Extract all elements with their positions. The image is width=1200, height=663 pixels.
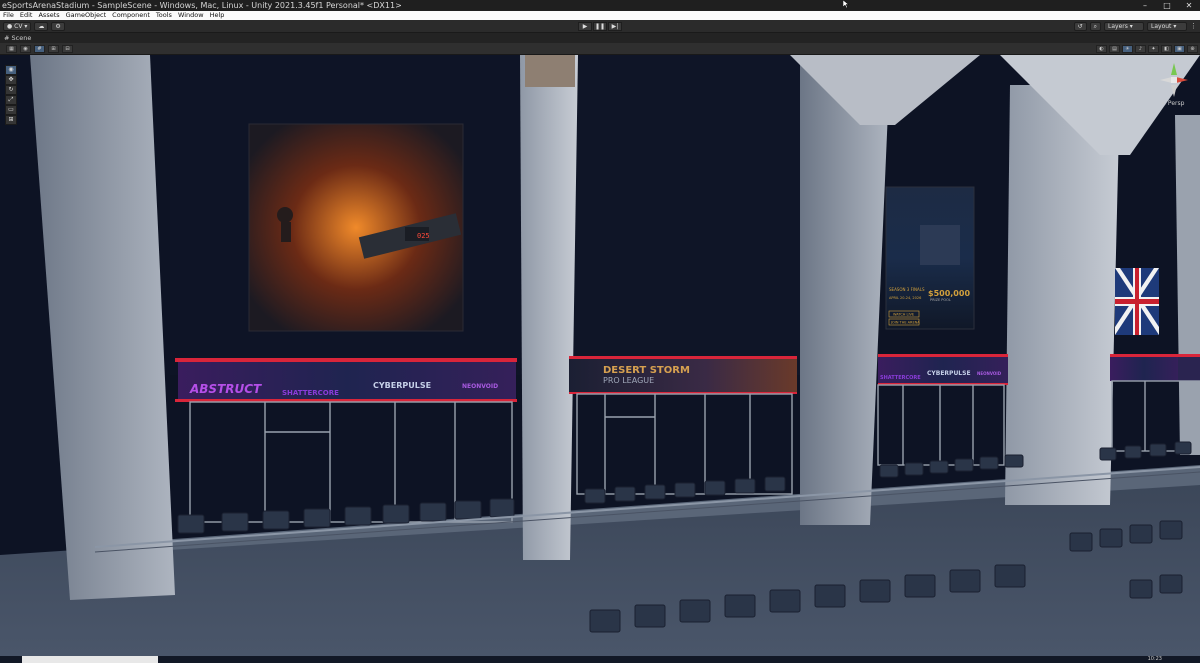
- 2d-toggle-icon[interactable]: ▤: [1109, 45, 1120, 53]
- layout-dropdown[interactable]: Layout ▾: [1147, 22, 1187, 31]
- banner-team-3: CYBERPULSE: [373, 381, 431, 390]
- menu-help[interactable]: Help: [210, 11, 225, 20]
- menu-tools[interactable]: Tools: [156, 11, 172, 20]
- scene-tab-bar: # Scene: [0, 33, 1200, 43]
- rect-tool-icon[interactable]: ▭: [5, 105, 17, 115]
- banner-right-team-2: CYBERPULSE: [927, 370, 971, 377]
- gizmos-icon[interactable]: ⊕: [1187, 45, 1198, 53]
- increment-snap-icon[interactable]: ⊟: [62, 45, 73, 53]
- poster-counter: 025: [417, 232, 430, 240]
- os-taskbar: 10:23: [0, 656, 1200, 663]
- layers-label: Layers: [1108, 23, 1128, 30]
- banner-team-4: NEONVOID: [462, 383, 498, 390]
- layout-label: Layout: [1151, 23, 1172, 30]
- history-icon: ↺: [1077, 23, 1083, 30]
- play-button[interactable]: ▶: [578, 22, 592, 31]
- account-icon: ●: [7, 23, 13, 30]
- close-button[interactable]: ✕: [1178, 0, 1200, 11]
- tab-scene[interactable]: Scene: [12, 34, 32, 42]
- scene-tab-icon: #: [4, 34, 10, 42]
- history-button[interactable]: ↺: [1073, 22, 1087, 31]
- shading-mode-icon[interactable]: ◉: [20, 45, 31, 53]
- search-button[interactable]: ⌕: [1089, 22, 1101, 31]
- collab-button[interactable]: ⚙: [51, 22, 65, 31]
- banner-league-line1: DESERT STORM: [603, 365, 690, 376]
- orientation-gizmo[interactable]: [1158, 61, 1192, 101]
- window-title-bar: eSportsArenaStadium - SampleScene - Wind…: [0, 0, 1200, 11]
- cloud-icon: ☁: [38, 23, 45, 30]
- search-icon: ⌕: [1093, 23, 1097, 30]
- taskbar-clock: 10:23: [1147, 656, 1162, 662]
- step-button[interactable]: ▶|: [608, 22, 622, 31]
- maximize-button[interactable]: □: [1156, 0, 1178, 11]
- banner-team-1: ABSTRUCT: [189, 382, 262, 396]
- rotate-tool-icon[interactable]: ↻: [5, 85, 17, 95]
- poster-prize-label: PRIZE POOL: [930, 298, 951, 302]
- draw-mode-icon[interactable]: ▦: [6, 45, 17, 53]
- layers-dropdown[interactable]: Layers ▾: [1104, 22, 1144, 31]
- mouse-cursor-icon: [843, 0, 849, 8]
- account-dropdown[interactable]: ● CV ▾: [3, 22, 32, 31]
- taskbar-search[interactable]: [22, 656, 158, 663]
- projection-label[interactable]: < Persp: [1161, 100, 1184, 107]
- orientation-icon[interactable]: ◐: [1096, 45, 1107, 53]
- poster-prize: $500,000: [928, 289, 970, 298]
- poster-date: APRIL 20-24, 2026: [889, 296, 921, 300]
- settings-icon: ⚙: [55, 23, 61, 30]
- poster-button1: WATCH LIVE: [893, 313, 914, 317]
- transform-tools: ◉ ✥ ↻ ⤢ ▭ ⊞: [5, 65, 17, 125]
- main-toolbar: ● CV ▾ ☁ ⚙ ▶ ❚❚ ▶| ↺ ⌕ Layers ▾ Layout ▾…: [0, 20, 1200, 33]
- scene-camera-icon[interactable]: ▣: [1174, 45, 1185, 53]
- poster-button2: JOIN THE ARENA: [890, 321, 920, 325]
- banner-league-line2: PRO LEAGUE: [603, 376, 654, 385]
- grid-icon[interactable]: #: [34, 45, 45, 53]
- account-label: CV: [14, 23, 23, 30]
- scale-tool-icon[interactable]: ⤢: [5, 95, 17, 105]
- transform-tool-icon[interactable]: ⊞: [5, 115, 17, 125]
- window-title: eSportsArenaStadium - SampleScene - Wind…: [2, 1, 402, 10]
- poster-headline: SEASON 3 FINALS: [889, 287, 925, 292]
- scene-render: 025 SEASON 3 FINALS $500,000 PRIZE POOL …: [0, 55, 1200, 656]
- banner-right-team-3: NEONVOID: [977, 371, 1002, 376]
- poster-right: [885, 186, 975, 330]
- minimize-button[interactable]: –: [1134, 0, 1156, 11]
- hidden-objects-icon[interactable]: ◧: [1161, 45, 1172, 53]
- menu-window[interactable]: Window: [178, 11, 204, 20]
- move-tool-icon[interactable]: ✥: [5, 75, 17, 85]
- poster-left: [248, 123, 464, 332]
- banner-team-2: SHATTERCORE: [282, 389, 339, 397]
- more-icon[interactable]: ⋮: [1190, 22, 1197, 31]
- flag-uk: [1115, 268, 1159, 335]
- snap-icon[interactable]: ⊞: [48, 45, 59, 53]
- cloud-button[interactable]: ☁: [34, 22, 49, 31]
- menu-file[interactable]: File: [3, 11, 14, 20]
- pause-button[interactable]: ❚❚: [593, 22, 607, 31]
- menu-bar: File Edit Assets GameObject Component To…: [0, 11, 1200, 20]
- lighting-icon[interactable]: ☀: [1122, 45, 1133, 53]
- menu-component[interactable]: Component: [112, 11, 150, 20]
- effects-icon[interactable]: ✦: [1148, 45, 1159, 53]
- scene-view-toolbar: ▦ ◉ # ⊞ ⊟ ◐ ▤ ☀ ♪ ✦ ◧ ▣ ⊕: [0, 43, 1200, 55]
- menu-assets[interactable]: Assets: [38, 11, 59, 20]
- scene-viewport[interactable]: 025 SEASON 3 FINALS $500,000 PRIZE POOL …: [0, 55, 1200, 656]
- menu-gameobject[interactable]: GameObject: [66, 11, 107, 20]
- audio-icon[interactable]: ♪: [1135, 45, 1146, 53]
- view-tool-icon[interactable]: ◉: [5, 65, 17, 75]
- banner-right-team-1: SHATTERCORE: [880, 375, 921, 381]
- menu-edit[interactable]: Edit: [20, 11, 33, 20]
